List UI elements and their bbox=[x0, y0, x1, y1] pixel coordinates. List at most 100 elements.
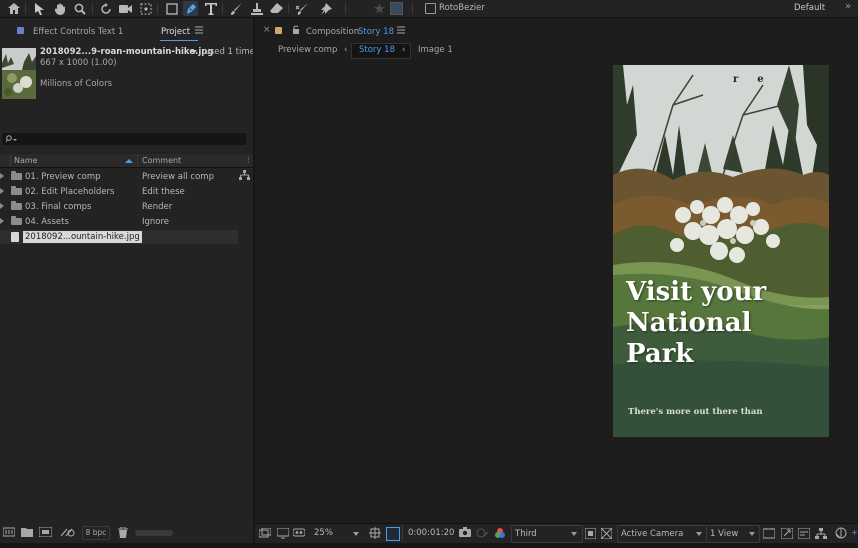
hand-tool-icon[interactable] bbox=[52, 1, 67, 16]
list-item[interactable]: 04. Assets Ignore bbox=[0, 215, 238, 229]
list-item[interactable]: 02. Edit Placeholders Edit these bbox=[0, 185, 238, 199]
selected-file-name[interactable]: 2018092...ountain-hike.jpg bbox=[23, 231, 142, 243]
tagline-text[interactable]: There's more out there than bbox=[628, 407, 763, 417]
fit-frame-icon[interactable] bbox=[369, 527, 381, 539]
interpret-footage-icon[interactable] bbox=[3, 527, 15, 537]
snapshot-camera-icon[interactable] bbox=[459, 527, 471, 538]
monitor-icon[interactable] bbox=[277, 528, 289, 539]
timeline-icon[interactable] bbox=[798, 528, 810, 539]
home-icon[interactable] bbox=[6, 1, 21, 16]
folder-icon bbox=[11, 186, 22, 195]
close-tab-icon[interactable]: × bbox=[263, 25, 271, 35]
fill-swatch[interactable] bbox=[389, 1, 404, 16]
rotation-tool-icon[interactable] bbox=[98, 1, 113, 16]
selection-tool-icon[interactable] bbox=[32, 1, 47, 16]
tools-toolbar: RotoBezier Default » bbox=[0, 0, 858, 18]
flowchart-icon[interactable] bbox=[239, 170, 250, 180]
brush-tool-icon[interactable] bbox=[229, 1, 244, 16]
mask-visibility-icon[interactable] bbox=[601, 528, 612, 539]
camera-select[interactable]: Active Camera bbox=[617, 525, 707, 543]
vr-icon[interactable] bbox=[293, 528, 305, 538]
camera-tool-icon[interactable] bbox=[118, 1, 133, 16]
pen-tool-icon[interactable] bbox=[183, 1, 198, 16]
zoom-dropdown-arrow-icon[interactable] bbox=[353, 532, 359, 536]
expand-arrow-icon[interactable] bbox=[0, 203, 4, 209]
new-folder-icon[interactable] bbox=[21, 527, 33, 537]
crumb-story-18: Story 18 bbox=[359, 45, 395, 55]
resolution-select[interactable]: Third bbox=[511, 525, 583, 543]
camera-value: Active Camera bbox=[621, 529, 684, 539]
roto-brush-tool-icon[interactable] bbox=[295, 1, 310, 16]
view-layout-select[interactable]: 1 View bbox=[706, 525, 760, 543]
list-item[interactable]: 03. Final comps Render bbox=[0, 200, 238, 214]
bit-depth-button[interactable]: 8 bpc bbox=[82, 526, 110, 540]
color-channels-icon[interactable] bbox=[494, 527, 506, 539]
column-more-icon[interactable]: ⁝ bbox=[247, 156, 250, 166]
asset-thumbnail bbox=[2, 48, 36, 99]
tab-composition-story-18[interactable]: Story 18 bbox=[358, 27, 394, 37]
new-composition-icon[interactable] bbox=[39, 527, 52, 537]
show-snapshot-icon[interactable] bbox=[476, 528, 488, 538]
fast-previews-icon[interactable] bbox=[781, 528, 793, 539]
folder-icon bbox=[11, 171, 22, 180]
panel-menu-icon[interactable] bbox=[195, 26, 203, 34]
exposure-value[interactable]: + bbox=[851, 528, 858, 537]
column-comment[interactable]: Comment bbox=[142, 156, 181, 165]
lock-icon[interactable] bbox=[292, 25, 300, 34]
expand-arrow-icon[interactable] bbox=[0, 218, 4, 224]
headline-line-1: Visit your bbox=[626, 277, 767, 307]
frame-top-text: r e bbox=[733, 74, 765, 85]
zoom-value[interactable]: 25% bbox=[314, 528, 333, 538]
puppet-pin-tool-icon[interactable] bbox=[318, 1, 333, 16]
comp-flowchart-icon[interactable] bbox=[815, 528, 827, 539]
workspace-more-icon[interactable]: » bbox=[845, 1, 851, 12]
view-dropdown-arrow-icon bbox=[749, 532, 755, 536]
tab-project[interactable]: Project bbox=[161, 27, 190, 37]
project-settings-icon[interactable] bbox=[61, 527, 75, 537]
crumb-preview-comp[interactable]: Preview comp bbox=[278, 44, 337, 57]
reset-exposure-icon[interactable] bbox=[835, 527, 847, 539]
headline-text[interactable]: Visit your National Park bbox=[626, 277, 766, 370]
list-item[interactable]: 01. Preview comp Preview all comp bbox=[0, 170, 238, 184]
always-preview-icon[interactable] bbox=[259, 528, 271, 539]
expand-arrow-icon[interactable] bbox=[0, 188, 4, 194]
star-icon bbox=[372, 1, 387, 16]
file-image-icon bbox=[11, 232, 19, 242]
project-search-input[interactable] bbox=[2, 133, 246, 145]
rectangle-tool-icon[interactable] bbox=[164, 1, 179, 16]
resolution-value: Third bbox=[515, 529, 537, 539]
column-name[interactable]: Name bbox=[14, 156, 38, 165]
viewer-bottom-bar: 25% 0:00:01:20 Third Active Camera 1 Vie… bbox=[255, 523, 858, 544]
project-tab-underline bbox=[160, 40, 198, 41]
asset-dropdown-arrow-icon[interactable] bbox=[191, 50, 197, 54]
folder-icon bbox=[11, 201, 22, 210]
rotobezier-checkbox[interactable] bbox=[425, 3, 436, 14]
project-bottom-bar: 8 bpc bbox=[0, 523, 253, 543]
resolution-dropdown-arrow-icon bbox=[571, 532, 577, 536]
composition-frame[interactable]: r e Visit your National Park There's mor… bbox=[613, 65, 829, 437]
headline-line-2: National bbox=[626, 308, 752, 338]
workspace-default[interactable]: Default bbox=[794, 3, 825, 13]
selected-file-row[interactable]: 2018092...ountain-hike.jpg bbox=[0, 230, 238, 244]
clone-stamp-tool-icon[interactable] bbox=[249, 1, 264, 16]
region-of-interest-icon[interactable] bbox=[386, 527, 400, 541]
type-tool-icon[interactable] bbox=[203, 1, 218, 16]
tab-effect-controls[interactable]: Effect Controls Text 1 bbox=[33, 27, 123, 37]
composition-tab-prefix: Composition bbox=[306, 27, 360, 37]
transparency-grid-icon[interactable] bbox=[585, 528, 596, 539]
zoom-tool-icon[interactable] bbox=[72, 1, 87, 16]
column-header-row: Name Comment ⁝ bbox=[0, 154, 253, 168]
eraser-tool-icon[interactable] bbox=[269, 1, 284, 16]
composition-menu-icon[interactable] bbox=[397, 26, 405, 34]
expand-arrow-icon[interactable] bbox=[0, 173, 4, 179]
asset-color-depth: Millions of Colors bbox=[40, 79, 113, 89]
sort-ascending-icon[interactable] bbox=[125, 159, 133, 163]
toggle-pixel-aspect-icon[interactable] bbox=[763, 528, 775, 539]
trash-icon[interactable] bbox=[118, 527, 128, 538]
thumbnail-size-slider[interactable] bbox=[135, 530, 173, 536]
crumb-image-1[interactable]: Image 1 bbox=[418, 44, 453, 57]
asset-dimensions: 667 x 1000 (1.00) bbox=[40, 58, 117, 68]
asset-usage: , used 1 time bbox=[199, 47, 255, 57]
pan-behind-tool-icon[interactable] bbox=[138, 1, 153, 16]
current-timecode[interactable]: 0:00:01:20 bbox=[408, 528, 454, 538]
